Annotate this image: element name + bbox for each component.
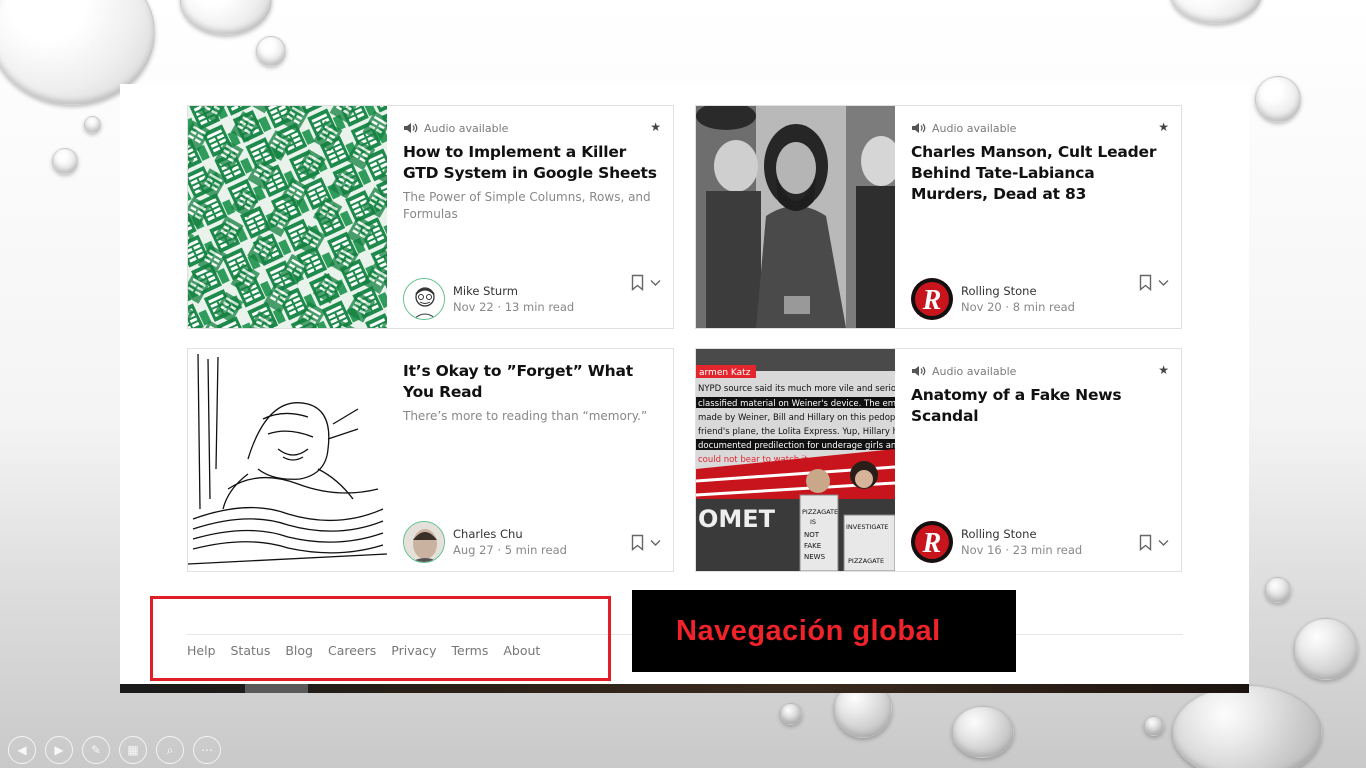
page-bottom-strip	[120, 684, 1249, 693]
star-icon[interactable]: ★	[1158, 120, 1169, 134]
water-drop	[1255, 76, 1301, 122]
story-author: Mike Sturm Nov 22 · 13 min read	[403, 278, 574, 320]
svg-text:IS: IS	[810, 518, 816, 526]
water-drop	[180, 0, 272, 35]
svg-text:armen Katz: armen Katz	[699, 368, 751, 378]
story-subtitle: There’s more to reading than “memory.”	[403, 409, 648, 423]
story-title[interactable]: How to Implement a Killer GTD System in …	[403, 142, 661, 184]
author-name[interactable]: Rolling Stone	[961, 526, 1082, 542]
chevron-down-icon[interactable]	[1158, 279, 1169, 287]
story-meta: Nov 20 · 8 min read	[961, 300, 1075, 314]
story-card[interactable]: armen Katz NYPD source said its much mor…	[695, 348, 1182, 572]
water-drop	[84, 116, 101, 133]
author-name[interactable]: Rolling Stone	[961, 283, 1075, 299]
pizzagate-collage-image: armen Katz NYPD source said its much mor…	[696, 349, 895, 571]
avatar[interactable]: R	[911, 521, 953, 563]
bookmark-icon[interactable]	[1139, 274, 1152, 291]
svg-text:PIZZAGATE: PIZZAGATE	[848, 557, 884, 565]
slideshow-controls: ◀ ▶ ✎ ▦ ⌕ ⋯	[8, 736, 221, 764]
story-card[interactable]: It’s Okay to ”Forget” What You Read Ther…	[187, 348, 674, 572]
audio-label: Audio available	[424, 121, 509, 135]
water-drop	[1265, 577, 1291, 603]
avatar[interactable]	[403, 521, 445, 563]
svg-text:NOT: NOT	[804, 531, 820, 539]
next-icon[interactable]: ▶	[45, 736, 73, 764]
spreadsheet-collage-image	[188, 106, 387, 328]
svg-text:made by Weiner, Bill and Hilla: made by Weiner, Bill and Hillary on this…	[698, 413, 895, 423]
chevron-down-icon[interactable]	[650, 279, 661, 287]
audio-available-indicator: Audio available	[911, 363, 1169, 379]
bookmark-icon[interactable]	[631, 274, 644, 291]
avatar[interactable]: R	[911, 278, 953, 320]
water-drop	[1144, 716, 1164, 736]
water-drop	[1172, 685, 1322, 768]
more-icon[interactable]: ⋯	[193, 736, 221, 764]
story-card[interactable]: Audio available ★ Charles Manson, Cult L…	[695, 105, 1182, 329]
story-card[interactable]: Audio available ★ How to Implement a Kil…	[187, 105, 674, 329]
svg-text:documented predilection for un: documented predilection for underage gir…	[698, 441, 895, 451]
prev-icon[interactable]: ◀	[8, 736, 36, 764]
story-meta: Nov 22 · 13 min read	[453, 300, 575, 314]
water-drop	[52, 148, 78, 174]
bookmark-icon[interactable]	[1139, 534, 1152, 551]
svg-text:NYPD source said its much more: NYPD source said its much more vile and …	[698, 384, 895, 394]
star-icon[interactable]: ★	[1158, 363, 1169, 377]
author-name[interactable]: Charles Chu	[453, 526, 567, 542]
chevron-down-icon[interactable]	[1158, 539, 1169, 547]
bookmark-icon[interactable]	[631, 534, 644, 551]
svg-text:NEWS: NEWS	[804, 553, 826, 561]
water-drop	[1294, 618, 1358, 680]
reading-sketch-image	[188, 349, 387, 571]
svg-text:classified material on Weiner': classified material on Weiner's device. …	[698, 399, 895, 409]
svg-text:OMET: OMET	[698, 505, 776, 533]
water-drop	[952, 706, 1014, 758]
speaker-icon	[404, 123, 418, 133]
audio-label: Audio available	[932, 364, 1017, 378]
story-title[interactable]: Anatomy of a Fake News Scandal	[911, 385, 1169, 427]
author-name[interactable]: Mike Sturm	[453, 283, 574, 299]
svg-text:FAKE: FAKE	[804, 542, 821, 550]
charles-manson-photo	[696, 106, 895, 328]
story-author: R Rolling Stone Nov 20 · 8 min read	[911, 278, 1075, 320]
svg-text:INVESTIGATE: INVESTIGATE	[846, 523, 888, 531]
story-meta: Aug 27 · 5 min read	[453, 543, 567, 557]
annotation-label-box: Navegación global	[632, 590, 1016, 672]
rs-logo-letter: R	[922, 528, 942, 559]
speaker-icon	[912, 366, 926, 376]
story-title[interactable]: It’s Okay to ”Forget” What You Read	[403, 361, 661, 403]
audio-label: Audio available	[932, 121, 1017, 135]
avatar[interactable]	[403, 278, 445, 320]
highlight-rectangle	[150, 596, 611, 681]
slides-icon[interactable]: ▦	[119, 736, 147, 764]
svg-text:PIZZAGATE: PIZZAGATE	[802, 508, 838, 516]
water-drop	[256, 36, 286, 66]
annotation-label: Navegación global	[676, 614, 941, 647]
pen-icon[interactable]: ✎	[82, 736, 110, 764]
water-drop	[780, 703, 802, 725]
star-icon[interactable]: ★	[650, 120, 661, 134]
rs-logo-letter: R	[922, 285, 942, 316]
story-meta: Nov 16 · 23 min read	[961, 543, 1083, 557]
story-title[interactable]: Charles Manson, Cult Leader Behind Tate-…	[911, 142, 1169, 205]
audio-available-indicator: Audio available	[911, 120, 1169, 136]
story-author: Charles Chu Aug 27 · 5 min read	[403, 521, 567, 563]
story-subtitle: The Power of Simple Columns, Rows, and F…	[403, 190, 651, 221]
water-drop	[1170, 0, 1262, 24]
chevron-down-icon[interactable]	[650, 539, 661, 547]
speaker-icon	[912, 123, 926, 133]
svg-text:friend's plane, the Lolita Exp: friend's plane, the Lolita Express. Yup,…	[698, 427, 895, 437]
story-author: R Rolling Stone Nov 16 · 23 min read	[911, 521, 1082, 563]
audio-available-indicator: Audio available	[403, 120, 661, 136]
zoom-icon[interactable]: ⌕	[156, 736, 184, 764]
